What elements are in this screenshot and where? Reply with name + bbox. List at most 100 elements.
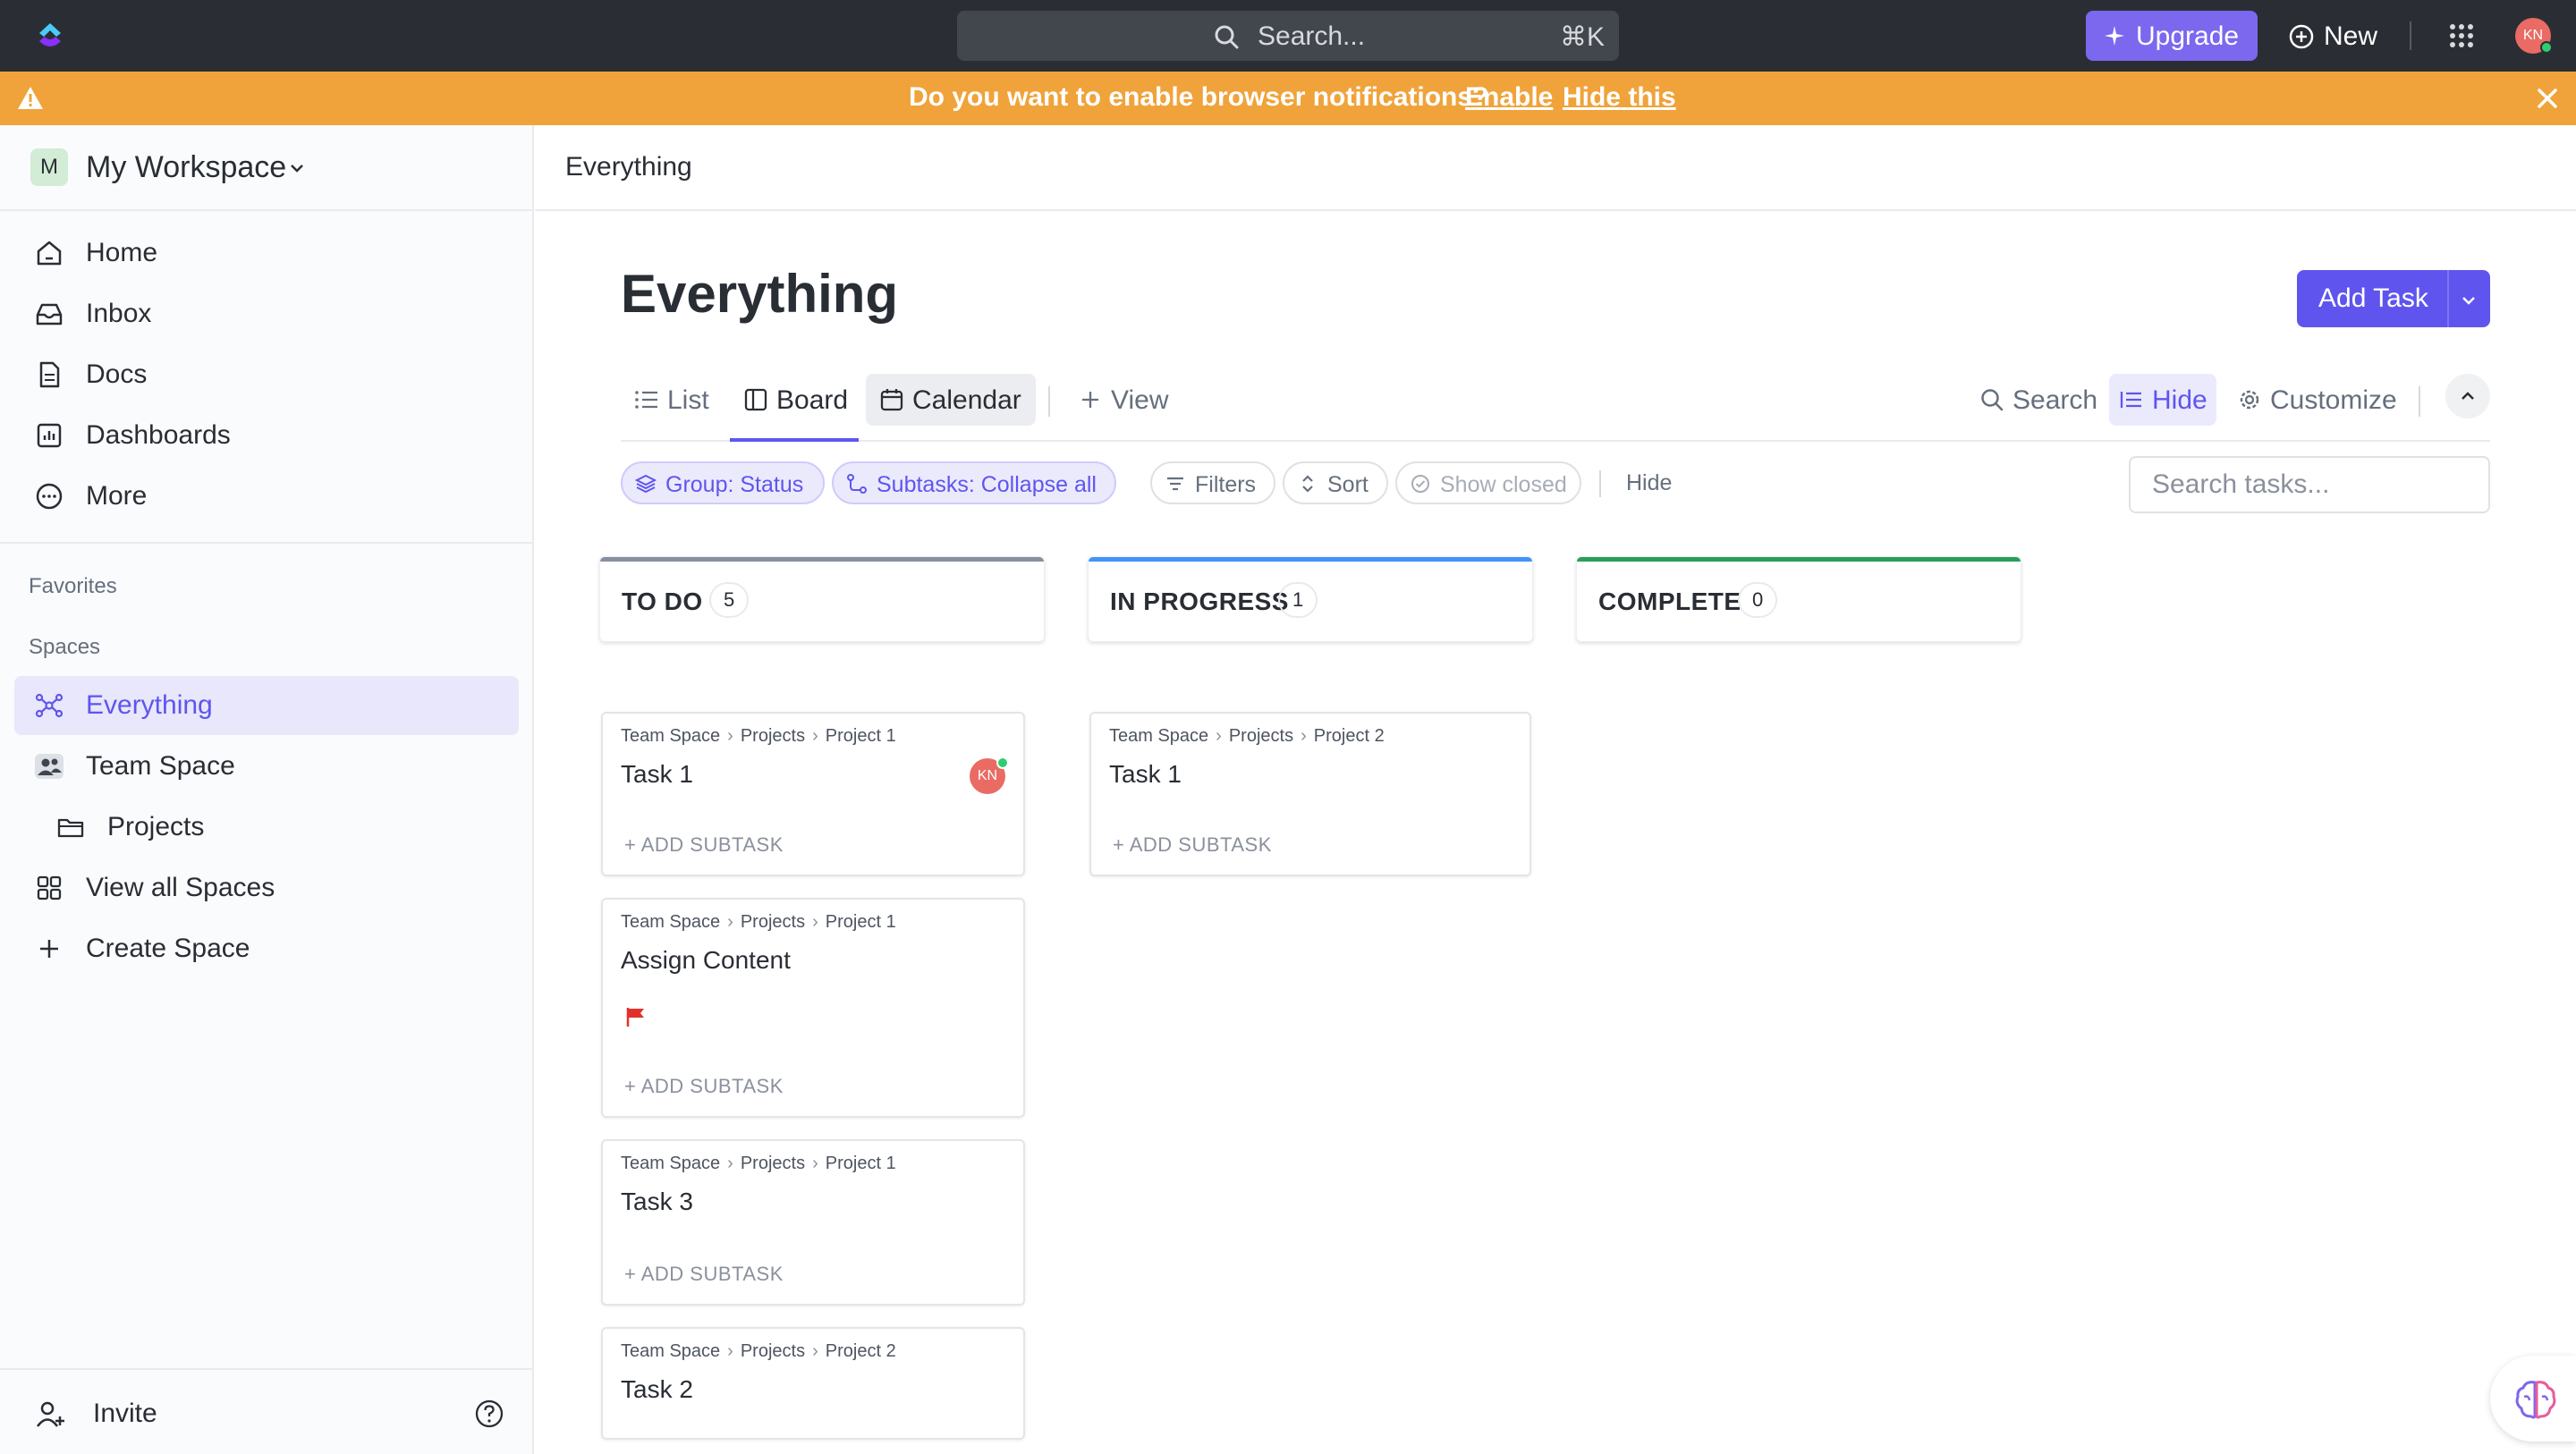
tab-calendar[interactable]: Calendar — [866, 374, 1036, 426]
sidebar-item-dashboards[interactable]: Dashboards — [0, 410, 532, 461]
toolbar-divider — [1599, 470, 1601, 497]
search-tasks-input[interactable] — [2129, 456, 2490, 513]
sidebar-item-view-all-spaces[interactable]: View all Spaces — [0, 862, 532, 914]
global-search-bar[interactable]: Search... ⌘K — [957, 11, 1619, 61]
task-card-assign-content[interactable]: Team Space › Projects › Project 1 Assign Con… — [601, 898, 1025, 1118]
path-list[interactable]: Project 1 — [826, 1154, 896, 1173]
task-name[interactable]: Task 2 — [621, 1375, 693, 1404]
calendar-icon — [880, 389, 903, 411]
add-user-icon[interactable] — [34, 1399, 66, 1431]
sidebar-item-label: Everything — [86, 690, 213, 720]
task-card-task-2[interactable]: Team Space › Projects › Project 2 Task 2 — [601, 1327, 1025, 1440]
path-folder[interactable]: Projects — [741, 726, 805, 746]
chevron-right-icon: › — [1216, 726, 1222, 746]
topbar-divider — [2410, 21, 2411, 50]
sidebar-item-docs[interactable]: Docs — [0, 349, 532, 401]
enable-notifications-link[interactable]: Enable — [1465, 82, 1553, 113]
subtasks-chip[interactable]: Subtasks: Collapse all — [832, 461, 1116, 504]
new-button[interactable]: New — [2281, 11, 2388, 61]
path-folder[interactable]: Projects — [741, 912, 805, 932]
path-list[interactable]: Project 1 — [826, 726, 896, 746]
sidebar-item-label: Home — [86, 238, 158, 267]
help-icon[interactable] — [474, 1399, 504, 1429]
task-name[interactable]: Task 1 — [621, 760, 693, 789]
collapse-header-button[interactable] — [2445, 374, 2490, 418]
group-by-status-chip[interactable]: Group: Status — [621, 461, 825, 504]
add-task-button[interactable]: Add Task — [2297, 270, 2490, 327]
clickup-logo-icon[interactable] — [32, 18, 68, 54]
task-name[interactable]: Task 3 — [621, 1188, 693, 1216]
add-subtask-button[interactable]: + ADD SUBTASK — [624, 1075, 784, 1098]
add-subtask-button[interactable]: + ADD SUBTASK — [1113, 833, 1272, 857]
sidebar-item-inbox[interactable]: Inbox — [0, 288, 532, 340]
status-color-bar — [1577, 557, 2021, 562]
hide-button[interactable]: Hide — [1614, 461, 1685, 504]
column-header-in-progress[interactable]: IN PROGRESS 1 — [1088, 556, 1533, 642]
assignee-avatar[interactable]: KN — [970, 757, 1009, 794]
chevron-right-icon: › — [812, 912, 818, 932]
hide-banner-link[interactable]: Hide this — [1563, 82, 1676, 113]
task-location-path: Team Space › Projects › Project 1 — [621, 726, 896, 747]
favorites-heading[interactable]: Favorites — [29, 574, 117, 599]
workspace-switcher[interactable]: M My Workspace — [0, 125, 532, 211]
add-subtask-button[interactable]: + ADD SUBTASK — [624, 1263, 784, 1286]
path-list[interactable]: Project 2 — [826, 1341, 896, 1361]
add-view-button[interactable]: View — [1064, 374, 1172, 426]
customize-button[interactable]: Customize — [2227, 374, 2402, 426]
tab-list[interactable]: List — [621, 374, 719, 426]
ai-assistant-button[interactable] — [2490, 1356, 2576, 1441]
sort-button[interactable]: Sort — [1283, 461, 1388, 504]
sidebar-item-create-space[interactable]: Create Space — [0, 923, 532, 975]
task-name[interactable]: Assign Content — [621, 946, 791, 975]
tabs-divider — [1048, 386, 1050, 417]
tab-board[interactable]: Board — [730, 374, 855, 426]
sort-icon — [1302, 475, 1313, 493]
task-card-task-1[interactable]: Team Space › Projects › Project 1 Task 1 KN … — [601, 712, 1025, 876]
folder-icon — [57, 818, 84, 838]
button-split-divider — [2447, 270, 2449, 327]
chevron-down-icon[interactable] — [2460, 292, 2478, 309]
path-folder[interactable]: Projects — [741, 1154, 805, 1173]
show-closed-button[interactable]: Show closed — [1395, 461, 1581, 504]
add-subtask-button[interactable]: + ADD SUBTASK — [624, 833, 784, 857]
invite-button[interactable]: Invite — [93, 1399, 157, 1429]
sidebar-item-everything[interactable]: Everything — [0, 680, 532, 731]
user-avatar[interactable]: KN — [2515, 18, 2553, 54]
check-circle-icon — [1411, 475, 1429, 493]
search-view-button[interactable]: Search — [1970, 374, 2102, 426]
breadcrumb-everything[interactable]: Everything — [565, 152, 692, 182]
path-space[interactable]: Team Space — [621, 726, 720, 746]
path-space[interactable]: Team Space — [621, 912, 720, 932]
column-header-to-do[interactable]: TO DO 5 — [599, 556, 1045, 642]
path-space[interactable]: Team Space — [621, 1154, 720, 1173]
upgrade-button[interactable]: Upgrade — [2086, 11, 2258, 61]
chevron-right-icon: › — [812, 1154, 818, 1173]
apps-grid-icon[interactable] — [2447, 21, 2476, 50]
task-location-path: Team Space › Projects › Project 1 — [621, 912, 896, 933]
sidebar-item-team-space[interactable]: Team Space — [0, 740, 532, 792]
column-count-badge: 1 — [1278, 582, 1318, 618]
path-folder[interactable]: Projects — [1229, 726, 1293, 746]
filters-button[interactable]: Filters — [1150, 461, 1275, 504]
plus-circle-icon — [2289, 24, 2314, 49]
sidebar-item-home[interactable]: Home — [0, 227, 532, 279]
search-shortcut: ⌘K — [1559, 22, 1605, 52]
column-header-complete[interactable]: COMPLETE 0 — [1576, 556, 2021, 642]
close-icon[interactable] — [2533, 84, 2562, 113]
task-name[interactable]: Task 1 — [1109, 760, 1182, 789]
spaces-heading[interactable]: Spaces — [29, 635, 100, 660]
task-card-task-1-in-progress[interactable]: Team Space › Projects › Project 2 Task 1 + A… — [1089, 712, 1531, 876]
path-folder[interactable]: Projects — [741, 1341, 805, 1361]
hide-columns-button[interactable]: Hide — [2109, 374, 2216, 426]
notification-banner: Do you want to enable browser notificati… — [0, 72, 2576, 125]
flag-icon[interactable] — [624, 1005, 648, 1028]
sidebar-item-more[interactable]: More — [0, 470, 532, 522]
sidebar-item-projects[interactable]: Projects — [0, 801, 532, 853]
path-space[interactable]: Team Space — [621, 1341, 720, 1361]
task-card-task-3[interactable]: Team Space › Projects › Project 1 Task 3 + A… — [601, 1139, 1025, 1306]
path-list[interactable]: Project 1 — [826, 912, 896, 932]
path-list[interactable]: Project 2 — [1314, 726, 1385, 746]
path-space[interactable]: Team Space — [1109, 726, 1208, 746]
status-color-bar — [1089, 557, 1532, 562]
sidebar-item-label: Docs — [86, 359, 148, 389]
